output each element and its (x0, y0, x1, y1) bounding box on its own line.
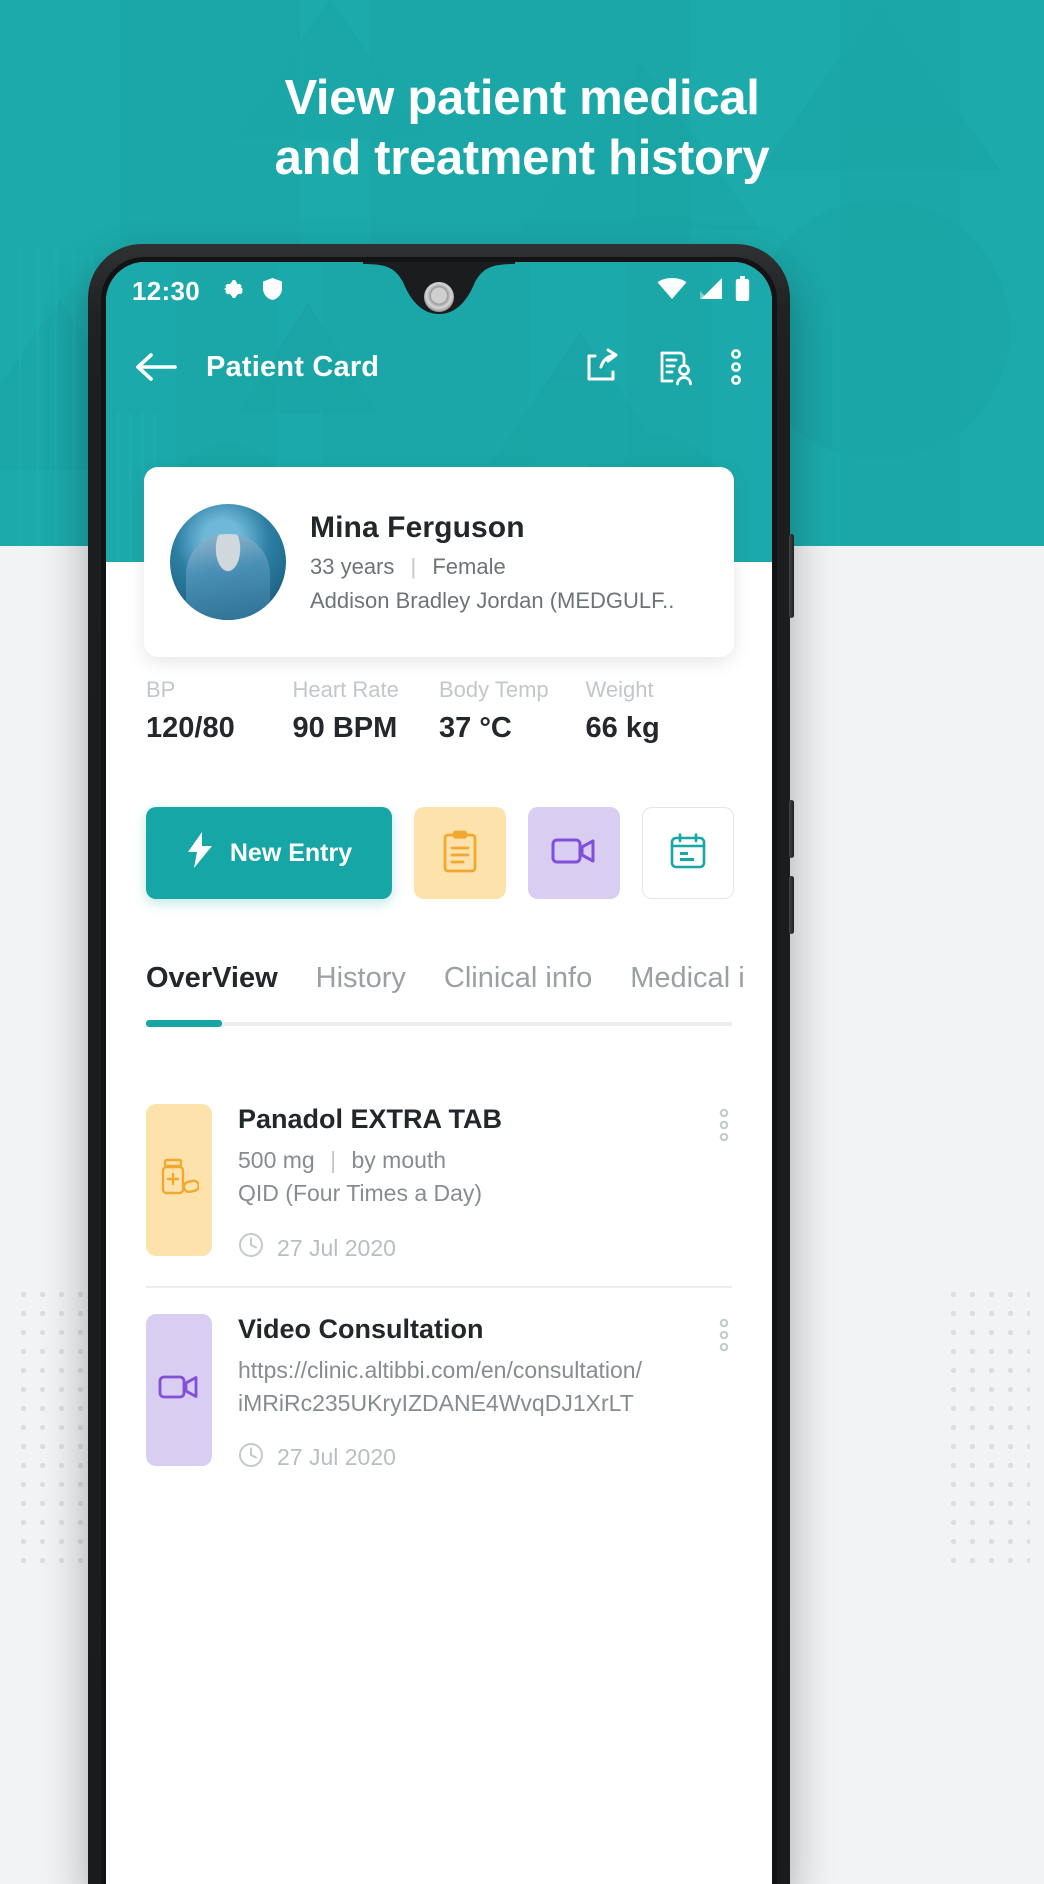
item-date-row: 27 Jul 2020 (238, 1442, 708, 1474)
phone-bezel: 12:30 Patient Card Mina Ferguson 33 year… (101, 257, 777, 1884)
tab-clinical-info[interactable]: Clinical info (444, 962, 592, 1005)
item-dose: 500 mg (238, 1147, 315, 1173)
item-subtitle: 500 mg | by mouth QID (Four Times a Day) (238, 1144, 708, 1210)
page-title: Patient Card (206, 350, 380, 383)
tab-active-indicator (146, 1020, 222, 1027)
item-route: by mouth (351, 1147, 447, 1173)
tab-overview[interactable]: OverView (146, 962, 278, 1005)
wifi-icon (657, 277, 687, 305)
promo-title-line2: and treatment history (274, 131, 770, 185)
list-item[interactable]: Video Consultation https://clinic.altibb… (146, 1288, 732, 1496)
new-entry-button[interactable]: New Entry (146, 807, 392, 899)
patient-gender: Female (432, 553, 506, 579)
vital-value: 90 BPM (292, 712, 398, 744)
signal-icon (698, 277, 724, 305)
item-date-row: 27 Jul 2020 (238, 1232, 708, 1264)
video-call-button[interactable] (528, 807, 620, 899)
demographics-separator: | (410, 553, 417, 579)
patient-summary-card[interactable]: Mina Ferguson 33 years | Female Addison … (144, 467, 734, 657)
patient-age: 33 years (310, 553, 395, 579)
phone-side-button-volume-down (789, 876, 794, 934)
video-camera-icon (158, 1372, 200, 1407)
app-bar: Patient Card (106, 332, 772, 402)
clipboard-icon (441, 829, 479, 878)
vital-bp: BP 120/80 (146, 677, 293, 745)
clock-icon (238, 1442, 264, 1474)
phone-screen: 12:30 Patient Card Mina Ferguson 33 year… (106, 262, 772, 1884)
overflow-menu-icon[interactable] (708, 1314, 732, 1474)
tab-history[interactable]: History (316, 962, 406, 1005)
action-button-row: New Entry (146, 807, 734, 899)
tab-bar: OverView History Clinical info Medical i (146, 962, 772, 1005)
item-separator: | (330, 1147, 337, 1173)
phone-mockup: 12:30 Patient Card Mina Ferguson 33 year… (88, 244, 794, 1884)
patient-demographics: 33 years | Female (310, 554, 674, 580)
vital-label: Body Temp (439, 677, 549, 702)
status-time: 12:30 (132, 275, 200, 306)
lightning-bolt-icon (186, 831, 214, 875)
item-url-line2: iMRiRc235UKryIZDANE4WvqDJ1XrLT (238, 1389, 634, 1416)
calendar-button[interactable] (642, 807, 734, 899)
item-frequency: QID (Four Times a Day) (238, 1180, 483, 1206)
list-item[interactable]: Panadol EXTRA TAB 500 mg | by mouth QID … (146, 1078, 732, 1286)
vital-value: 66 kg (585, 712, 660, 744)
medicine-bottle-icon (159, 1156, 201, 1205)
video-camera-icon (551, 835, 597, 872)
tab-medical-info[interactable]: Medical i (630, 962, 744, 1005)
overflow-menu-icon[interactable] (730, 347, 742, 387)
avatar-photo (186, 534, 270, 620)
patient-avatar (170, 504, 286, 620)
item-url-line1: https://clinic.altibbi.com/en/consultati… (238, 1356, 642, 1383)
clipboard-button[interactable] (414, 807, 506, 899)
new-entry-label: New Entry (229, 838, 353, 867)
tab-underline-track (146, 1022, 732, 1026)
item-title: Video Consultation (238, 1313, 484, 1344)
item-subtitle: https://clinic.altibbi.com/en/consultati… (238, 1354, 708, 1420)
phone-side-button-power (789, 534, 794, 618)
dot-decoration-right (944, 1285, 1030, 1575)
item-date: 27 Jul 2020 (277, 1234, 396, 1261)
vital-heart-rate: Heart Rate 90 BPM (293, 677, 440, 745)
vital-weight: Weight 66 kg (586, 677, 733, 745)
vitals-row: BP 120/80 Heart Rate 90 BPM Body Temp 37… (146, 677, 732, 745)
item-date: 27 Jul 2020 (277, 1444, 396, 1471)
medication-chip (146, 1104, 212, 1256)
battery-icon (735, 276, 750, 306)
back-button[interactable] (134, 351, 178, 383)
promo-title-line1: View patient medical (284, 71, 760, 125)
promo-title: View patient medical and treatment histo… (0, 68, 1044, 188)
front-camera-icon (424, 282, 454, 312)
phone-side-button-volume-up (789, 800, 794, 858)
vital-body-temp: Body Temp 37 °C (439, 677, 586, 745)
patient-name: Mina Ferguson (310, 510, 525, 544)
vital-value: 120/80 (146, 712, 235, 744)
share-icon[interactable] (582, 348, 620, 386)
vital-label: BP (146, 677, 176, 702)
vital-value: 37 °C (439, 712, 512, 744)
gear-icon (222, 277, 246, 306)
shield-icon (262, 277, 283, 306)
video-consultation-chip (146, 1313, 212, 1466)
clock-icon (238, 1232, 264, 1264)
patient-record-icon[interactable] (656, 348, 694, 386)
calendar-icon (669, 832, 707, 875)
item-title: Panadol EXTRA TAB (238, 1104, 503, 1134)
overflow-menu-icon[interactable] (708, 1104, 732, 1264)
patient-insurance: Addison Bradley Jordan (MEDGULF.. (310, 587, 675, 613)
vital-label: Heart Rate (292, 677, 399, 702)
vital-label: Weight (585, 677, 654, 702)
overview-list: Panadol EXTRA TAB 500 mg | by mouth QID … (146, 1078, 732, 1496)
